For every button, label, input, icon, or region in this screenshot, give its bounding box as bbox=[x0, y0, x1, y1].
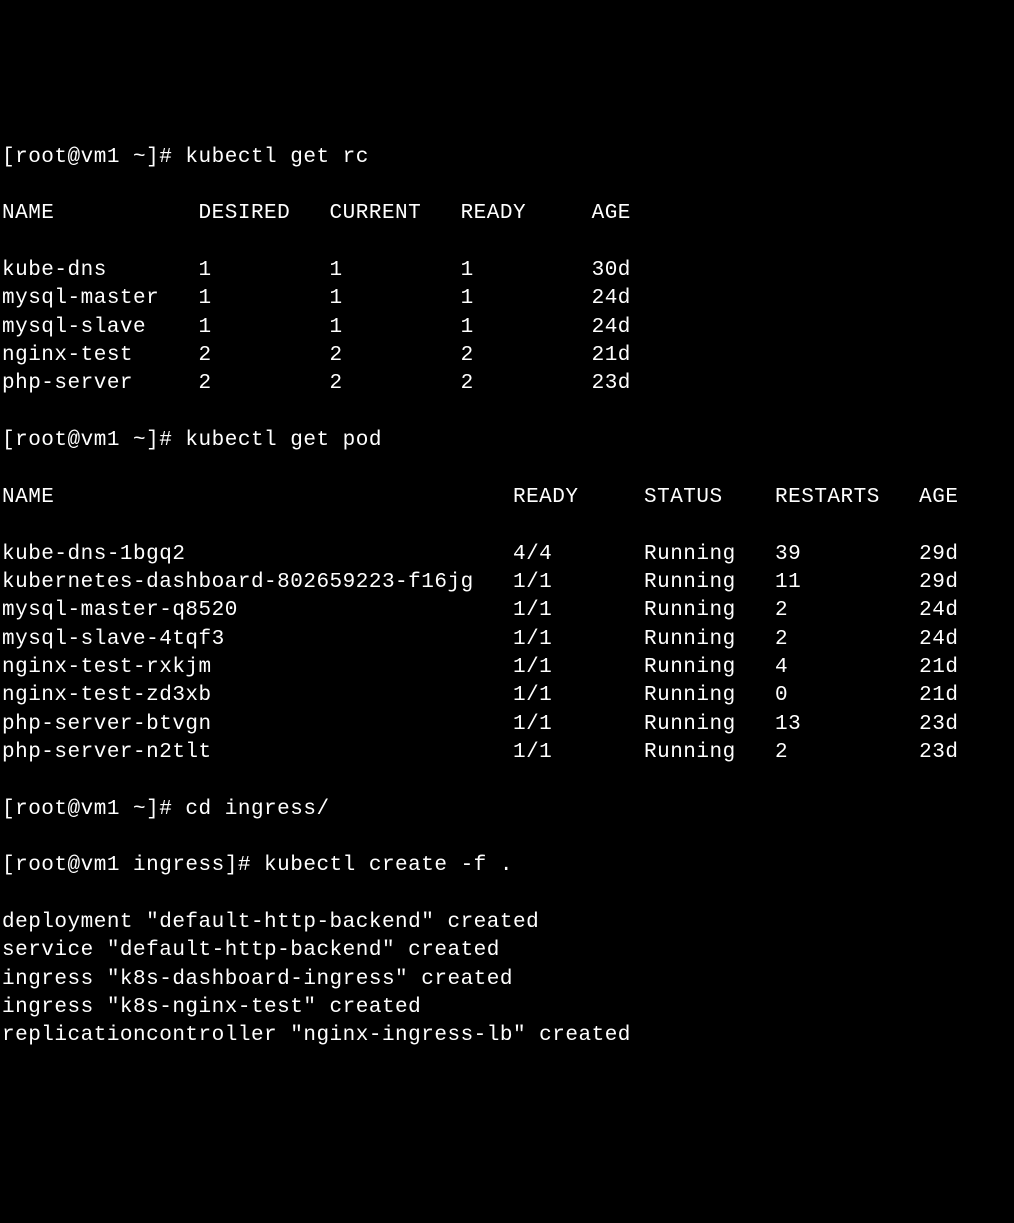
pod-table-row: mysql-slave-4tqf3 1/1 Running 2 24d bbox=[2, 626, 1014, 654]
terminal-window[interactable]: [root@vm1 ~]# kubectl get rc NAME DESIRE… bbox=[2, 115, 1014, 1079]
command-line: [root@vm1 ~]# cd ingress/ bbox=[2, 796, 1014, 824]
rc-table-row: php-server 2 2 2 23d bbox=[2, 370, 1014, 398]
rc-table-row: kube-dns 1 1 1 30d bbox=[2, 257, 1014, 285]
output-line: deployment "default-http-backend" create… bbox=[2, 909, 1014, 937]
output-line: ingress "k8s-dashboard-ingress" created bbox=[2, 966, 1014, 994]
rc-table-row: nginx-test 2 2 2 21d bbox=[2, 342, 1014, 370]
rc-table-header: NAME DESIRED CURRENT READY AGE bbox=[2, 200, 1014, 228]
pod-table-header: NAME READY STATUS RESTARTS AGE bbox=[2, 484, 1014, 512]
command-line: [root@vm1 ~]# kubectl get rc bbox=[2, 144, 1014, 172]
output-line: service "default-http-backend" created bbox=[2, 937, 1014, 965]
pod-table-row: nginx-test-zd3xb 1/1 Running 0 21d bbox=[2, 682, 1014, 710]
pod-table-row: php-server-n2tlt 1/1 Running 2 23d bbox=[2, 739, 1014, 767]
pod-table-row: nginx-test-rxkjm 1/1 Running 4 21d bbox=[2, 654, 1014, 682]
rc-table-row: mysql-master 1 1 1 24d bbox=[2, 285, 1014, 313]
command-line: [root@vm1 ~]# kubectl get pod bbox=[2, 427, 1014, 455]
command-line: [root@vm1 ingress]# kubectl create -f . bbox=[2, 852, 1014, 880]
output-line: ingress "k8s-nginx-test" created bbox=[2, 994, 1014, 1022]
output-line: replicationcontroller "nginx-ingress-lb"… bbox=[2, 1022, 1014, 1050]
pod-table-row: kube-dns-1bgq2 4/4 Running 39 29d bbox=[2, 541, 1014, 569]
pod-table-row: php-server-btvgn 1/1 Running 13 23d bbox=[2, 711, 1014, 739]
pod-table-row: mysql-master-q8520 1/1 Running 2 24d bbox=[2, 597, 1014, 625]
pod-table-row: kubernetes-dashboard-802659223-f16jg 1/1… bbox=[2, 569, 1014, 597]
rc-table-row: mysql-slave 1 1 1 24d bbox=[2, 314, 1014, 342]
